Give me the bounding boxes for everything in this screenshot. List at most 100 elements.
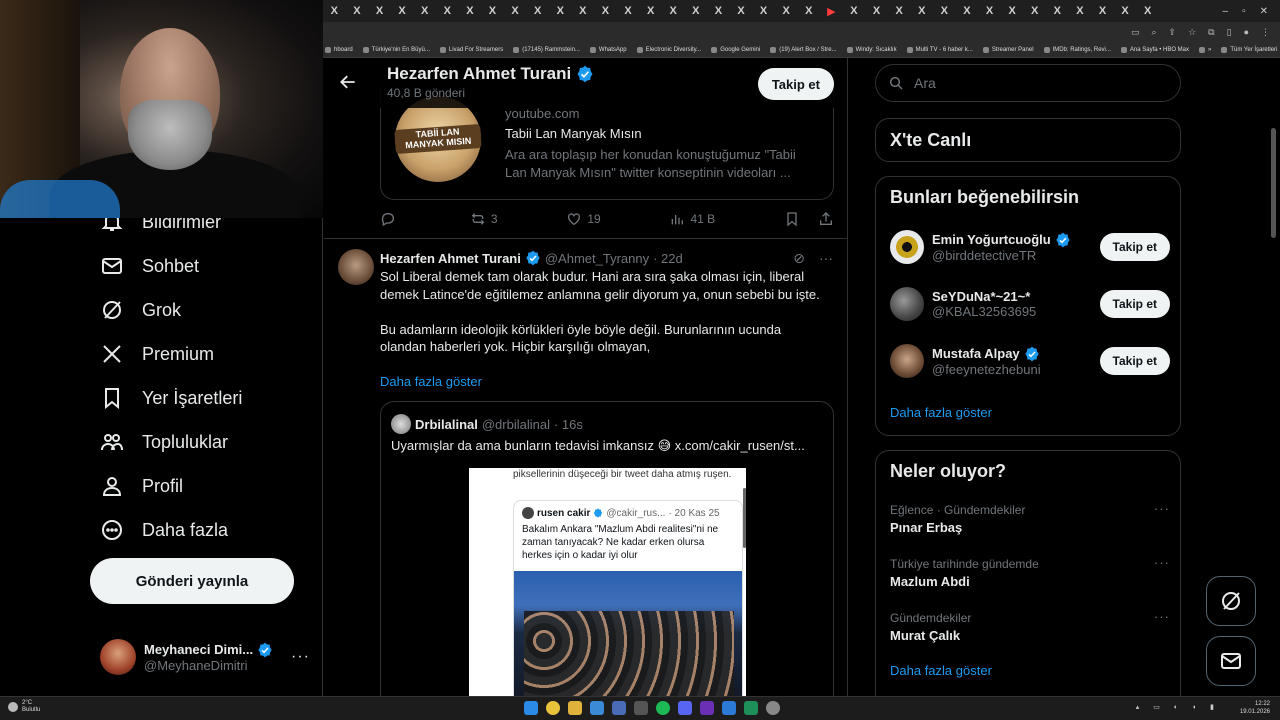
browser-tab[interactable]: X	[843, 5, 866, 17]
bookmark-icon[interactable]	[784, 211, 800, 227]
app-icon[interactable]	[700, 701, 714, 715]
browser-tab[interactable]: X	[707, 5, 730, 17]
bookmark-item[interactable]: Google Gemini	[711, 46, 760, 53]
browser-tab[interactable]: X	[1046, 5, 1069, 17]
browser-tab[interactable]: X	[685, 5, 708, 17]
spotify-icon[interactable]	[656, 701, 670, 715]
nav-item-communities[interactable]: Topluluklar	[100, 430, 228, 454]
trend-item[interactable]: Gündemdekiler Murat Çalık ···	[890, 609, 1170, 643]
repost-button[interactable]: 3	[470, 211, 498, 227]
tweet-author-name[interactable]: Hezarfen Ahmet Turani	[380, 251, 521, 266]
follow-button[interactable]: Takip et	[1099, 347, 1170, 375]
browser-tab[interactable]: X	[910, 5, 933, 17]
cast-icon[interactable]: ▭	[1131, 27, 1140, 38]
search-box[interactable]	[875, 64, 1181, 102]
trend-item[interactable]: Türkiye tarihinde gündemde Mazlum Abdi ·…	[890, 555, 1170, 589]
show-more-link[interactable]: Daha fazla göster	[380, 374, 482, 389]
close-icon[interactable]: ✕	[1260, 6, 1268, 17]
browser-tab[interactable]: X	[730, 5, 753, 17]
browser-tab[interactable]: X	[978, 5, 1001, 17]
more-icon[interactable]: ···	[1154, 609, 1170, 624]
browser-tab[interactable]: X	[346, 5, 369, 17]
bookmark-item[interactable]: Electronic Diversity...	[636, 46, 701, 53]
show-more-link[interactable]: Daha fazla göster	[890, 405, 992, 420]
browser-tab[interactable]: X	[391, 5, 414, 17]
star-icon[interactable]: ☆	[1188, 27, 1196, 38]
suggested-user[interactable]: SeYDuNa*~21~* @KBAL32563695 Takip et	[890, 284, 1170, 324]
window-controls[interactable]: – ▫ ✕	[1223, 6, 1280, 17]
browser-tab[interactable]: X	[1023, 5, 1046, 17]
weather-widget[interactable]: 2°C Bulutlu	[8, 700, 40, 714]
tweet-author-handle[interactable]: @Ahmet_Tyranny	[545, 251, 649, 266]
nav-item-more[interactable]: Daha fazla	[100, 518, 228, 542]
bookmark-item[interactable]: Livad For Streamers	[439, 46, 503, 53]
extensions-icon[interactable]: ⧉	[1208, 27, 1214, 38]
browser-tab[interactable]: X	[617, 5, 640, 17]
browser-tab[interactable]: X	[1136, 5, 1159, 17]
browser-tab[interactable]: X	[639, 5, 662, 17]
bookmark-item[interactable]: (19) Alert Box / Stre...	[770, 46, 837, 53]
bookmark-item[interactable]: Windy: Sıcaklık	[846, 46, 897, 53]
chrome-icon[interactable]	[546, 701, 560, 715]
browser-tab[interactable]: X	[956, 5, 979, 17]
clock[interactable]: 12:22 19.01.2026	[1240, 700, 1270, 716]
windows-start-icon[interactable]	[524, 701, 538, 715]
browser-tab[interactable]: X	[797, 5, 820, 17]
profile-icon[interactable]: ●	[1244, 27, 1249, 37]
bookmark-item[interactable]: »	[1199, 46, 1211, 53]
browser-tab[interactable]: X	[413, 5, 436, 17]
app-icon[interactable]	[590, 701, 604, 715]
nav-item-bookmarks[interactable]: Yer İşaretleri	[100, 386, 242, 410]
more-icon[interactable]: ···	[291, 648, 310, 666]
browser-tab[interactable]: X	[368, 5, 391, 17]
follow-button[interactable]: Takip et	[757, 68, 834, 100]
suggested-user[interactable]: Emin Yoğurtcuoğlu @birddetectiveTR Takip…	[890, 227, 1170, 267]
youtube-tab-icon[interactable]: ▶	[820, 5, 843, 18]
follow-button[interactable]: Takip et	[1099, 233, 1170, 261]
browser-tab[interactable]: X	[1001, 5, 1024, 17]
messages-fab-button[interactable]	[1206, 636, 1256, 686]
bookmark-item[interactable]: Tüm Yer İşaretleri	[1221, 46, 1277, 53]
app-icon[interactable]	[722, 701, 736, 715]
nav-item-premium[interactable]: Premium	[100, 342, 214, 366]
browser-tab[interactable]: X	[752, 5, 775, 17]
more-icon[interactable]: ···	[1154, 555, 1170, 570]
browser-tab[interactable]: X	[436, 5, 459, 17]
like-button[interactable]: 19	[566, 211, 601, 227]
browser-tab[interactable]: X	[888, 5, 911, 17]
browser-tab[interactable]: X	[865, 5, 888, 17]
trend-item[interactable]: Eğlence · Gündemdekiler Pınar Erbaş ···	[890, 501, 1170, 535]
views-button[interactable]: 41 B	[669, 211, 715, 227]
bookmark-item[interactable]: Türkiye'nin En Büyü...	[362, 46, 430, 53]
browser-tab[interactable]: X	[323, 5, 346, 17]
quoted-tweet[interactable]: Drbilalinal @drbilalinal · 16s Uyarmışla…	[380, 401, 834, 696]
app-icon[interactable]	[744, 701, 758, 715]
app-icon[interactable]	[634, 701, 648, 715]
follow-button[interactable]: Takip et	[1099, 290, 1170, 318]
avatar[interactable]	[338, 249, 374, 285]
reply-button[interactable]	[380, 211, 401, 227]
post-button[interactable]: Gönderi yayınla	[90, 558, 294, 604]
browser-tab[interactable]: X	[459, 5, 482, 17]
suggested-user[interactable]: Mustafa Alpay @feeynetezhebuni Takip et	[890, 341, 1170, 381]
browser-tab[interactable]: X	[662, 5, 685, 17]
steam-icon[interactable]	[612, 701, 626, 715]
maximize-icon[interactable]: ▫	[1242, 6, 1246, 17]
bookmark-item[interactable]: Ana Sayfa • HBO Max	[1120, 46, 1189, 53]
more-icon[interactable]: ···	[819, 250, 833, 267]
bookmark-item[interactable]: IMDb: Ratings, Revi...	[1043, 46, 1111, 53]
bookmark-item[interactable]: (17145) Rammstein...	[513, 46, 580, 53]
bookmark-item[interactable]: Streamer Panel	[982, 46, 1034, 53]
bookmark-item[interactable]: WhatsApp	[589, 46, 627, 53]
more-icon[interactable]: ···	[1154, 501, 1170, 516]
quote-screenshot-image[interactable]: piksellerinin düşeceği bir tweet daha at…	[469, 468, 746, 696]
grok-icon[interactable]: ⊘	[793, 250, 805, 267]
zoom-icon[interactable]: ⌕	[1152, 27, 1157, 38]
nav-item-chat[interactable]: Sohbet	[100, 254, 199, 278]
bookmark-item[interactable]: hboard	[325, 46, 353, 53]
nav-item-profile[interactable]: Profil	[100, 474, 183, 498]
sidebar-icon[interactable]: ▯	[1227, 27, 1232, 38]
browser-tab[interactable]: X	[549, 5, 572, 17]
browser-tab[interactable]: X	[572, 5, 595, 17]
browser-tab[interactable]: X	[1091, 5, 1114, 17]
